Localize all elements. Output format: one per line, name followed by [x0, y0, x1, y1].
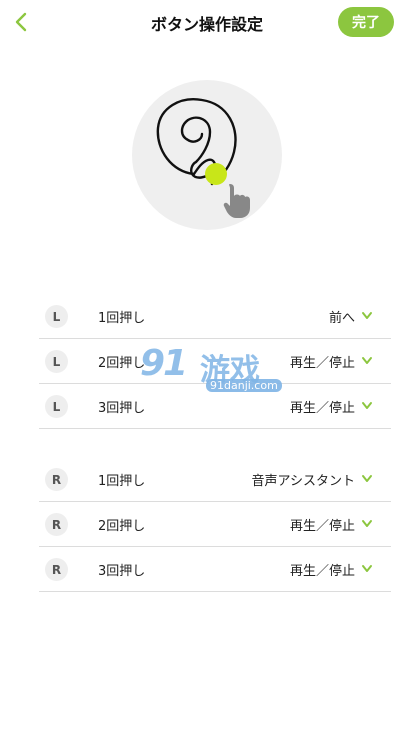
right-row-3[interactable]: R 3回押し 再生／停止	[39, 547, 391, 592]
chevron-down-icon	[362, 565, 372, 572]
left-row-1[interactable]: L 1回押し 前へ	[39, 294, 391, 339]
chevron-down-icon	[362, 357, 372, 364]
done-button[interactable]: 完了	[338, 7, 394, 37]
side-badge-right: R	[45, 513, 68, 536]
side-badge-left: L	[45, 350, 68, 373]
press-count-label: 1回押し	[98, 310, 146, 326]
press-count-label: 1回押し	[98, 473, 146, 489]
side-badge-right: R	[45, 468, 68, 491]
action-value: 再生／停止	[289, 518, 355, 534]
press-count-label: 3回押し	[98, 400, 146, 416]
header-bar: ボタン操作設定 完了	[0, 0, 414, 44]
action-value: 音声アシスタント	[251, 473, 355, 489]
earphone-icon	[156, 98, 250, 218]
left-row-3[interactable]: L 3回押し 再生／停止	[39, 384, 391, 429]
chevron-down-icon	[362, 475, 372, 482]
action-value: 再生／停止	[289, 355, 355, 371]
press-count-label: 2回押し	[98, 518, 146, 534]
chevron-down-icon	[362, 402, 372, 409]
side-badge-left: L	[45, 395, 68, 418]
hand-pointer-icon	[223, 184, 250, 218]
left-row-2[interactable]: L 2回押し 再生／停止	[39, 339, 391, 384]
press-count-label: 3回押し	[98, 563, 146, 579]
earphone-illustration	[132, 80, 282, 230]
right-row-2[interactable]: R 2回押し 再生／停止	[39, 502, 391, 547]
action-value: 再生／停止	[289, 563, 355, 579]
chevron-down-icon	[362, 520, 372, 527]
side-badge-right: R	[45, 558, 68, 581]
press-count-label: 2回押し	[98, 355, 146, 371]
action-value: 再生／停止	[289, 400, 355, 416]
action-value: 前へ	[328, 310, 355, 326]
chevron-down-icon	[362, 312, 372, 319]
button-highlight-dot	[205, 163, 227, 185]
right-button-settings: R 1回押し 音声アシスタント R 2回押し 再生／停止 R 3回押し 再生／停…	[39, 457, 391, 592]
side-badge-left: L	[45, 305, 68, 328]
right-row-1[interactable]: R 1回押し 音声アシスタント	[39, 457, 391, 502]
left-button-settings: L 1回押し 前へ L 2回押し 再生／停止 L 3回押し 再生／停止	[39, 294, 391, 429]
